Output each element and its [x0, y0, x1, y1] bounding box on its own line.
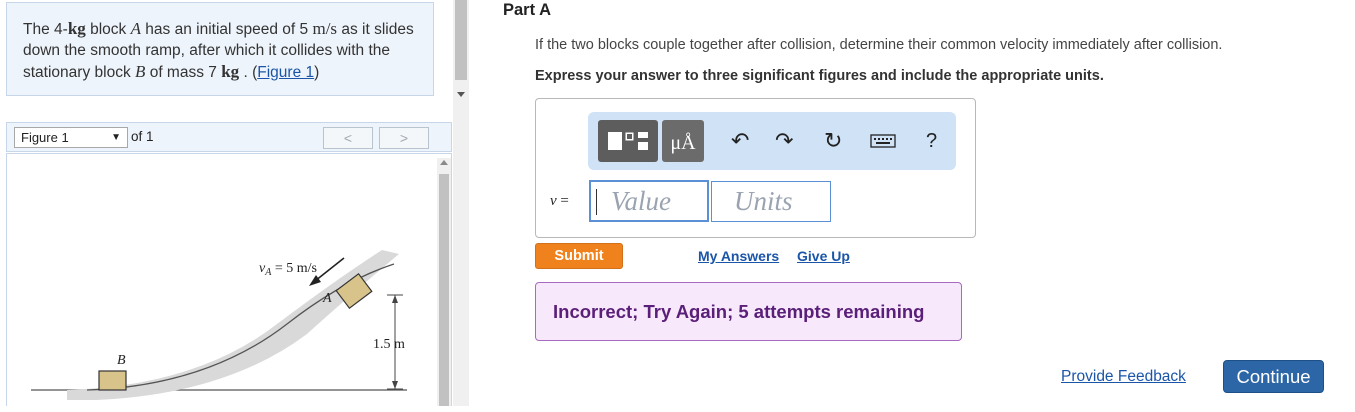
block-b-symbol: B: [135, 62, 146, 81]
value-placeholder: Value: [611, 186, 671, 216]
reset-icon[interactable]: ↻: [824, 130, 842, 152]
unit-kg: kg: [221, 62, 240, 81]
figure-panel: vA = 5 m/s A B 1.5 m: [6, 153, 452, 406]
help-icon[interactable]: ?: [926, 130, 937, 152]
block-b-label: B: [117, 353, 126, 368]
problem-statement: The 4-kg block A has an initial speed of…: [6, 2, 434, 96]
problem-text: has an initial speed of 5: [140, 21, 313, 38]
scroll-up-icon[interactable]: [440, 160, 448, 165]
velocity-arrow-line: [314, 257, 345, 282]
text-caret: [596, 189, 597, 215]
provide-feedback-link[interactable]: Provide Feedback: [1061, 368, 1186, 386]
unit-kg: kg: [67, 19, 86, 38]
problem-text: block: [85, 21, 131, 38]
question-text: If the two blocks couple together after …: [535, 37, 1223, 53]
next-figure-button[interactable]: >: [379, 127, 429, 149]
block-a-symbol: A: [130, 19, 141, 38]
previous-figure-button[interactable]: <: [323, 127, 373, 149]
units-placeholder: Units: [734, 186, 793, 216]
velocity-label: vA = 5 m/s: [259, 261, 317, 278]
variable-label: v =: [550, 193, 569, 209]
figure-navigation: Figure 1 ▼ of 1 < >: [6, 122, 452, 152]
math-toolbar: μÅ ↶ ↷ ↻ ?: [588, 112, 956, 170]
figure-scrollbar[interactable]: [437, 158, 451, 406]
templates-button[interactable]: [598, 120, 658, 162]
block-a-label: A: [322, 291, 332, 306]
feedback-message: Incorrect; Try Again; 5 attempts remaini…: [535, 282, 962, 341]
panel-scrollbar[interactable]: [453, 0, 469, 406]
problem-text: of mass 7: [145, 64, 222, 81]
figure-link[interactable]: Figure 1: [257, 64, 314, 81]
part-title: Part A: [503, 1, 551, 19]
value-input[interactable]: Value: [589, 180, 709, 222]
units-button[interactable]: μÅ: [662, 120, 704, 162]
figure-select[interactable]: Figure 1 ▼: [14, 127, 128, 148]
instruction-text: Express your answer to three significant…: [535, 68, 1104, 84]
keyboard-icon[interactable]: [870, 132, 896, 154]
dropdown-arrow-icon: ▼: [111, 132, 121, 143]
figure-select-value: Figure 1: [21, 130, 69, 145]
height-label: 1.5 m: [373, 337, 405, 352]
unit-speed: m/s: [312, 19, 338, 38]
scroll-thumb[interactable]: [439, 174, 449, 406]
templates-icon: [608, 131, 648, 150]
problem-text: . (: [239, 64, 258, 81]
ramp-figure: vA = 5 m/s A B 1.5 m: [31, 250, 407, 400]
submit-button[interactable]: Submit: [535, 243, 623, 269]
problem-text: ): [314, 64, 320, 81]
undo-icon[interactable]: ↶: [731, 130, 749, 152]
units-input[interactable]: Units: [711, 181, 831, 222]
scroll-down-icon[interactable]: [457, 92, 465, 97]
give-up-link[interactable]: Give Up: [797, 248, 850, 264]
continue-button[interactable]: Continue: [1223, 360, 1324, 393]
problem-text: The 4-: [23, 21, 68, 38]
my-answers-link[interactable]: My Answers: [698, 248, 779, 264]
scroll-thumb[interactable]: [455, 0, 467, 80]
figure-count: of 1: [131, 129, 154, 144]
block-b: [98, 370, 127, 391]
redo-icon[interactable]: ↷: [775, 130, 793, 152]
